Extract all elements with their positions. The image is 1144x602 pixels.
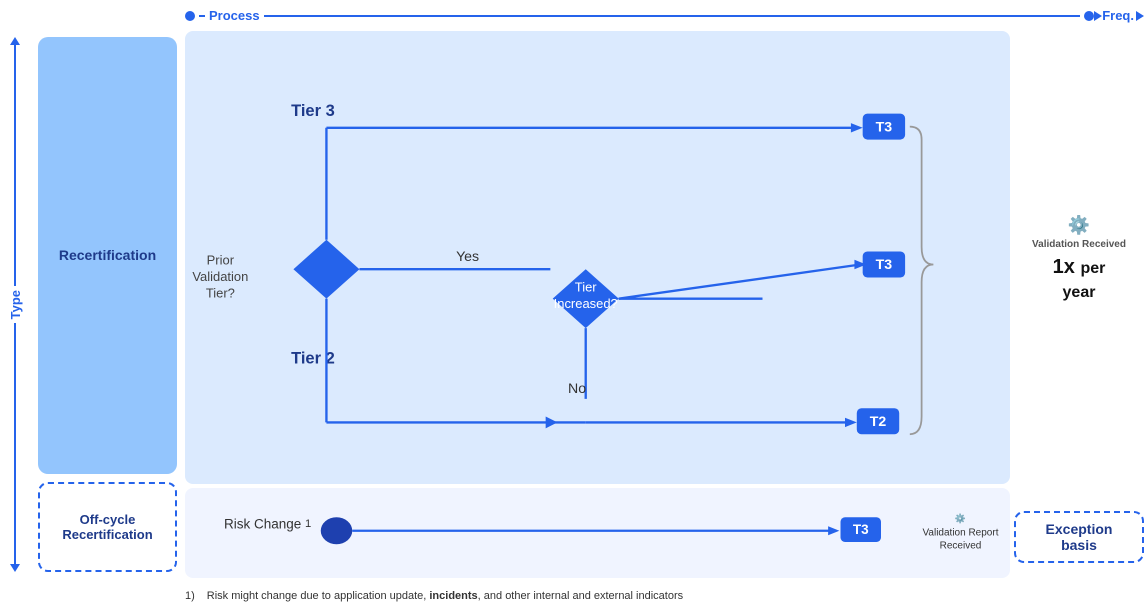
t2-badge-label: T2 [870,413,887,429]
prior-validation-diamond [293,240,359,299]
tier2-label: Tier 2 [291,349,335,367]
brace-line [910,127,934,435]
t3-badge-top-label: T3 [876,118,893,134]
bottom-diagram-svg: Risk Change 1 T3 [185,488,1010,578]
freq-bottom: Exception basis [1014,492,1144,582]
tier-increased-line1: Tier [575,280,598,295]
bottom-diagram: Risk Change 1 T3 ⚙️ Validation Report Re… [185,488,1010,578]
validation-received-icon: ⚙️ [1068,215,1090,236]
offcycle-recertification-box: Off-cycleRecertification [38,482,177,572]
bottom-arrowhead [828,526,839,535]
yes-label: Yes [456,248,479,264]
type-label: Type [8,290,23,319]
top-diagram: Tier 3 Prior Validation Tier? Tier 2 [185,31,1010,484]
exception-box: Exception basis [1014,511,1144,563]
freq-header: Freq. [1102,8,1134,23]
risk-change-superscript: 1 [305,518,311,530]
tier-increased-line2: Increased? [554,296,618,311]
risk-change-text: Risk Change [224,516,301,531]
tier3-label: Tier 3 [291,102,335,120]
diagram-column: Tier 3 Prior Validation Tier? Tier 2 [185,27,1014,582]
tier3-arrowhead [851,123,863,132]
freq-column: ⚙️ Validation Received 1x peryear Except… [1014,27,1144,582]
t3-badge-middle-label: T3 [876,256,893,272]
recertification-label: Recertification [59,247,156,263]
process-label: Process [209,8,260,23]
prior-validation-label-line1: Prior [207,252,235,267]
t2-arrowhead [845,418,857,427]
type-column: Type [0,27,30,582]
validation-report-area: ⚙️ Validation Report Received [913,513,1008,552]
freq-label: Freq. [1102,8,1134,23]
process-header: Process [209,8,260,23]
offcycle-label: Off-cycleRecertification [62,512,152,542]
header-row: Process Freq. [0,0,1144,27]
no-label: No [568,380,586,396]
process-start-dot [185,11,195,21]
prior-validation-label-line3: Tier? [206,285,235,300]
top-diagram-svg: Tier 3 Prior Validation Tier? Tier 2 [185,31,1010,484]
footnote-number: 1) [185,590,195,602]
validation-report-label: Validation Report Received [913,526,1008,552]
main-content: Type Recertification Off-cycleRecertific… [0,27,1144,582]
risk-change-pill [321,517,353,544]
footnote: 1) Risk might change due to application … [0,582,1144,602]
freq-top: ⚙️ Validation Received 1x peryear [1032,27,1126,492]
freq-value: 1x peryear [1053,255,1106,303]
tier-inc-yes-right [619,264,861,298]
validation-report-icon: ⚙️ [955,513,966,524]
footnote-text: Risk might change due to application upd… [207,590,683,602]
recertification-box: Recertification [38,37,177,474]
validation-received-label: Validation Received [1032,238,1126,251]
recert-column: Recertification Off-cycleRecertification [30,27,185,582]
freq-end-dot [1084,11,1094,21]
page-container: Process Freq. Type Recertification [0,0,1144,564]
t3-badge-bottom-label: T3 [853,522,869,537]
exception-label: Exception basis [1046,521,1113,553]
prior-validation-label-line2: Validation [192,269,248,284]
